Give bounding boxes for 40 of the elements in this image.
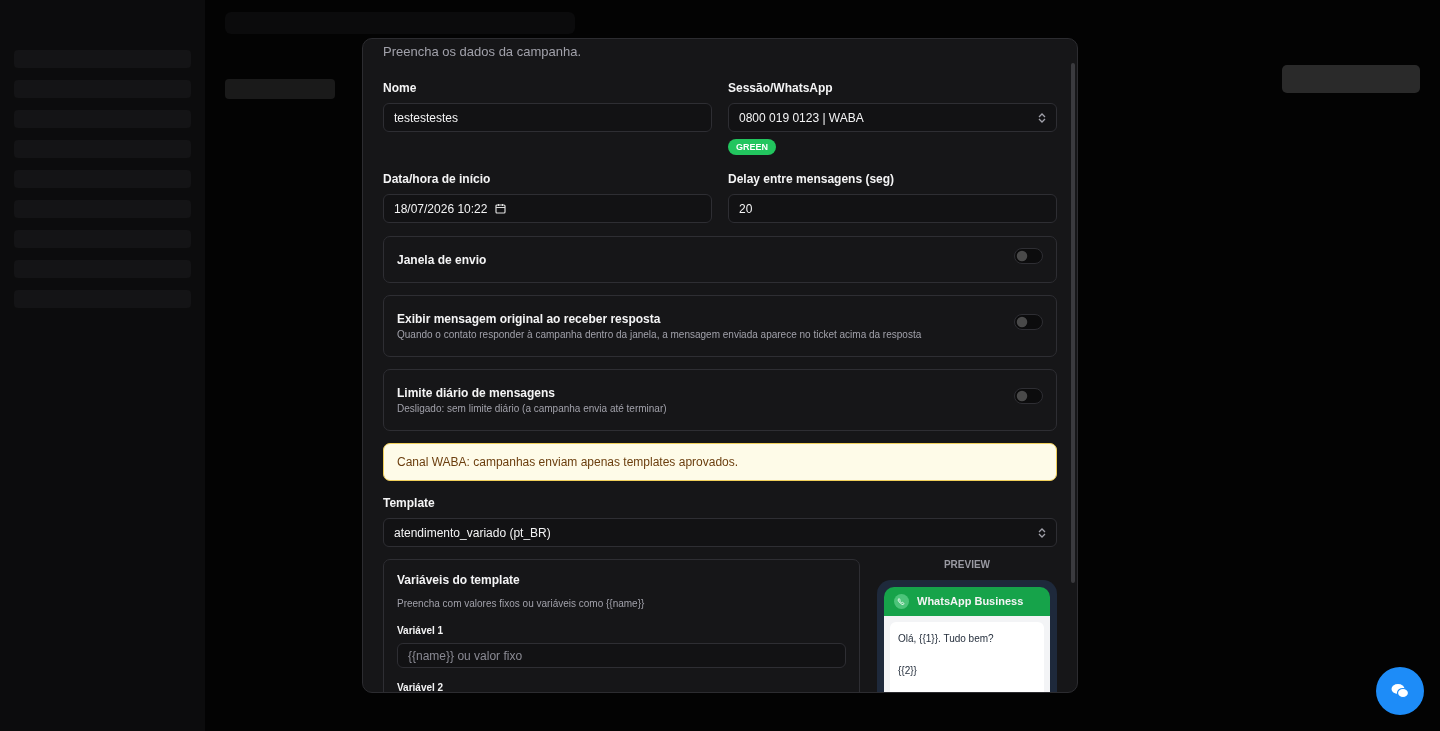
field-label: Data/hora de início <box>383 172 491 186</box>
select-field[interactable]: 0800 019 0123 | WABA <box>728 103 1057 132</box>
toggle-title: Limite diário de mensagens <box>397 385 557 400</box>
toggle-switch[interactable] <box>1014 388 1043 404</box>
field-label: Nome <box>383 81 417 95</box>
toggle-switch[interactable] <box>1014 247 1043 264</box>
select-value: 0800 019 0123 | WABA <box>739 110 864 125</box>
select-value: atendimento_variado (pt_BR) <box>394 525 551 540</box>
input-field[interactable]: {{name}} ou valor fixo <box>397 643 846 668</box>
calendar-icon[interactable] <box>495 203 507 214</box>
select-field[interactable]: atendimento_variado (pt_BR) <box>383 518 1057 547</box>
field-label: Template <box>383 496 435 510</box>
scrollbar[interactable] <box>1071 63 1075 583</box>
message-line: {{2}} <box>898 665 918 677</box>
toggle-switch[interactable] <box>1014 314 1043 330</box>
modal-subtitle: Preencha os dados da campanha. <box>383 43 583 60</box>
chat-icon <box>1391 683 1409 699</box>
toggle-title: Exibir mensagem original ao receber resposta <box>397 311 662 326</box>
field-label: Delay entre mensagens (seg) <box>728 172 895 186</box>
phone-icon <box>894 594 909 609</box>
card-title: Variáveis do template <box>397 573 521 587</box>
toggle-description: Quando o contato responder à campanha dentro da janela, a mensagem enviada aparece no ticket acima da resposta <box>397 328 922 341</box>
field-label: Sessão/WhatsApp <box>728 81 833 95</box>
variable-label: Variável 2 <box>397 682 445 692</box>
date-value: 18/07/2026 10:22 <box>394 201 488 216</box>
card-hint: Preencha com valores fixos ou variáveis como {{name}} <box>397 598 646 610</box>
status-badge: GREEN <box>728 139 776 155</box>
message-line: Olá, {{1}}. Tudo bem? <box>898 633 995 645</box>
preview-label: PREVIEW <box>943 559 991 571</box>
variable-label: Variável 1 <box>397 625 445 636</box>
date-field[interactable]: 18/07/2026 10:22 <box>383 194 712 223</box>
chat-button[interactable] <box>1376 667 1424 715</box>
input-field[interactable]: 20 <box>728 194 1057 223</box>
toggle-title: Janela de envio <box>397 252 487 267</box>
input-field[interactable]: testestestes <box>383 103 712 132</box>
chevron-updown-icon <box>1038 112 1046 123</box>
chevron-updown-icon <box>1038 527 1046 538</box>
chat-title: WhatsApp Business <box>917 595 1024 608</box>
info-alert: Canal WABA: campanhas enviam apenas templates aprovados. <box>383 443 1057 481</box>
toggle-description: Desligado: sem limite diário (a campanha envia até terminar) <box>397 402 667 415</box>
